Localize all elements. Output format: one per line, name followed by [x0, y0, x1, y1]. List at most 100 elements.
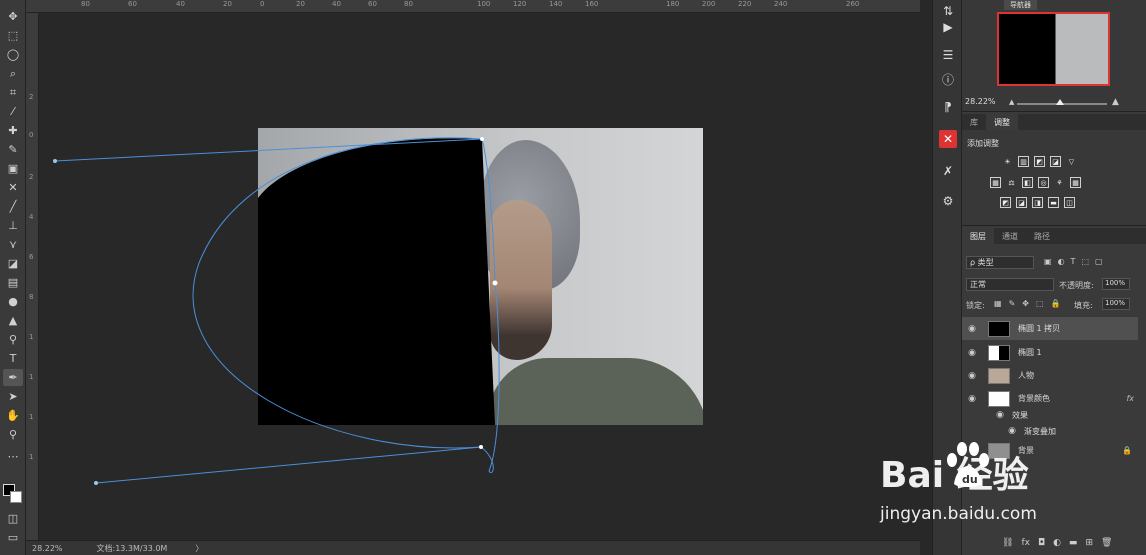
lock-position-icon[interactable]: ✥ [1022, 299, 1029, 308]
link-layers-icon[interactable]: ⛓ [1002, 538, 1013, 548]
gradient-map-icon[interactable]: ▬ [1048, 197, 1059, 208]
ruler-number: 40 [176, 0, 185, 8]
healing-brush-tool-icon[interactable]: ✚ [3, 122, 23, 139]
navigator-thumbnail[interactable] [997, 12, 1110, 86]
delete-layer-icon[interactable]: 🗑 [1101, 538, 1112, 548]
pixel-filter-icon[interactable]: ▣ [1044, 257, 1052, 266]
hue-saturation-icon[interactable]: ▦ [990, 177, 1001, 188]
tools-panel: ✥ ⬚ ◯ ⌕ ⌗ ⁄ ✚ ✎ ▣ ✕ ╱ ⊥ ⋎ ◪ ▤ ● ▲ ⚲ T ✒ … [0, 0, 26, 555]
blend-mode-select[interactable]: 正常 [966, 278, 1054, 291]
path-select-tool-icon[interactable]: ➤ [3, 388, 23, 405]
adjustment-filter-icon[interactable]: ◐ [1058, 257, 1065, 266]
layer-row[interactable]: ◉ 人物 [962, 364, 1138, 387]
visibility-eye-icon[interactable]: ◉ [962, 348, 982, 358]
fx-icon[interactable]: fx [1021, 538, 1030, 548]
color-balance-icon[interactable]: ⚖ [1006, 177, 1017, 188]
status-arrow[interactable]: 〉 [195, 543, 203, 554]
lasso-tool-icon[interactable]: ◯ [3, 46, 23, 63]
stamp-tool-icon[interactable]: ▣ [3, 160, 23, 177]
character-icon[interactable]: ⁋ [939, 98, 957, 116]
layer-effects-row[interactable]: ◉ 效果 [962, 407, 1138, 423]
history-brush-tool-icon[interactable]: ✕ [3, 179, 23, 196]
fx-badge[interactable]: fx [1126, 394, 1134, 403]
tab-navigator[interactable]: 导航器 [1004, 0, 1037, 10]
new-group-icon[interactable]: ▬ [1069, 538, 1078, 548]
threshold-icon[interactable]: ◨ [1032, 197, 1043, 208]
new-layer-icon[interactable]: ⊞ [1085, 538, 1093, 548]
levels-icon[interactable]: ▥ [1018, 156, 1029, 167]
path-overlay[interactable] [39, 13, 920, 540]
navigator-zoom[interactable]: 28.22% [965, 97, 996, 106]
dodge-tool-icon[interactable]: ▲ [3, 312, 23, 329]
smart-filter-icon[interactable]: ▢ [1095, 257, 1103, 266]
clone-tool-icon[interactable]: ⊥ [3, 217, 23, 234]
close-panel-icon[interactable]: ✕ [939, 130, 957, 148]
lock-paint-icon[interactable]: ✎ [1009, 299, 1016, 308]
invert-icon[interactable]: ◩ [1000, 197, 1011, 208]
zoom-in-icon[interactable]: ▲ [1112, 97, 1119, 107]
visibility-eye-icon[interactable]: ◉ [990, 410, 1010, 420]
brush-tool-icon[interactable]: ✎ [3, 141, 23, 158]
ruler-number: 1 [29, 373, 34, 381]
tab-library[interactable]: 库 [962, 114, 986, 130]
pen-tool-icon[interactable]: ⚲ [3, 331, 23, 348]
fill-input[interactable]: 100% [1102, 298, 1130, 310]
document-canvas[interactable] [39, 13, 920, 540]
zoom-out-icon[interactable]: ▲ [1009, 98, 1014, 106]
quick-select-tool-icon[interactable]: ⌕ [3, 65, 23, 82]
photo-filter-icon[interactable]: ◎ [1038, 177, 1049, 188]
shape-filter-icon[interactable]: ⬚ [1081, 257, 1089, 266]
tab-channels[interactable]: 通道 [994, 228, 1026, 244]
tab-layers[interactable]: 图层 [962, 228, 994, 244]
screen-mode-icon[interactable]: ▭ [3, 529, 23, 546]
exposure-icon[interactable]: ◪ [1050, 156, 1061, 167]
type-filter-icon[interactable]: T [1071, 257, 1076, 266]
tab-adjustments[interactable]: 调整 [986, 114, 1018, 130]
hand-tool-icon[interactable]: ✋ [3, 407, 23, 424]
brightness-icon[interactable]: ☀ [1002, 156, 1013, 167]
blur-tool-icon[interactable]: ● [3, 293, 23, 310]
selective-color-icon[interactable]: ◫ [1064, 197, 1075, 208]
marquee-tool-icon[interactable]: ⬚ [3, 27, 23, 44]
lock-transparent-icon[interactable]: ▦ [994, 299, 1002, 308]
visibility-eye-icon[interactable]: ◉ [962, 324, 982, 334]
color-lookup-icon[interactable]: ▦ [1070, 177, 1081, 188]
layer-filter-select[interactable]: ρ 类型 [966, 256, 1034, 269]
tab-paths[interactable]: 路径 [1026, 228, 1058, 244]
opacity-input[interactable]: 100% [1102, 278, 1130, 290]
lock-artboard-icon[interactable]: ⬚ [1036, 299, 1044, 308]
zoom-slider-knob[interactable] [1056, 99, 1064, 105]
eyedropper-tool-icon[interactable]: ⁄ [3, 103, 23, 120]
vibrance-icon[interactable]: ▽ [1066, 156, 1077, 167]
adjustment-layer-icon[interactable]: ◐ [1053, 538, 1061, 548]
active-pen-tool-icon[interactable]: ✒ [3, 369, 23, 386]
quick-mask-icon[interactable]: ◫ [3, 510, 23, 527]
background-color-swatch[interactable] [10, 491, 22, 503]
more-tools-icon[interactable]: ⋯ [3, 448, 23, 465]
tools-cross-icon[interactable]: ✗ [939, 162, 957, 180]
layer-row[interactable]: ◉ 椭圆 1 [962, 341, 1138, 364]
lock-all-icon[interactable]: 🔒 [1051, 299, 1061, 308]
channel-mixer-icon[interactable]: ⚘ [1054, 177, 1065, 188]
eraser-tool-icon[interactable]: ╱ [3, 198, 23, 215]
gradient-tool-icon[interactable]: ▤ [3, 274, 23, 291]
mask-icon[interactable]: ◘ [1038, 538, 1045, 548]
layer-row[interactable]: ◉ 椭圆 1 拷贝 [962, 317, 1138, 340]
info-icon[interactable]: ⓘ [939, 70, 957, 88]
eraser-icon[interactable]: ◪ [3, 255, 23, 272]
mixer-brush-tool-icon[interactable]: ⋎ [3, 236, 23, 253]
posterize-icon[interactable]: ◪ [1016, 197, 1027, 208]
status-zoom[interactable]: 28.22% [32, 544, 63, 553]
curves-icon[interactable]: ◩ [1034, 156, 1045, 167]
visibility-eye-icon[interactable]: ◉ [962, 394, 982, 404]
type-tool-icon[interactable]: T [3, 350, 23, 367]
play-action-icon[interactable]: ▶ [939, 18, 957, 36]
settings-gear-icon[interactable]: ⚙ [939, 192, 957, 210]
move-tool-icon[interactable]: ✥ [3, 8, 23, 25]
black-white-icon[interactable]: ◧ [1022, 177, 1033, 188]
properties-icon[interactable]: ☰ [939, 46, 957, 64]
zoom-tool-icon[interactable]: ⚲ [3, 426, 23, 443]
lock-icon: 🔒 [1122, 446, 1132, 455]
visibility-eye-icon[interactable]: ◉ [962, 371, 982, 381]
crop-tool-icon[interactable]: ⌗ [3, 84, 23, 101]
